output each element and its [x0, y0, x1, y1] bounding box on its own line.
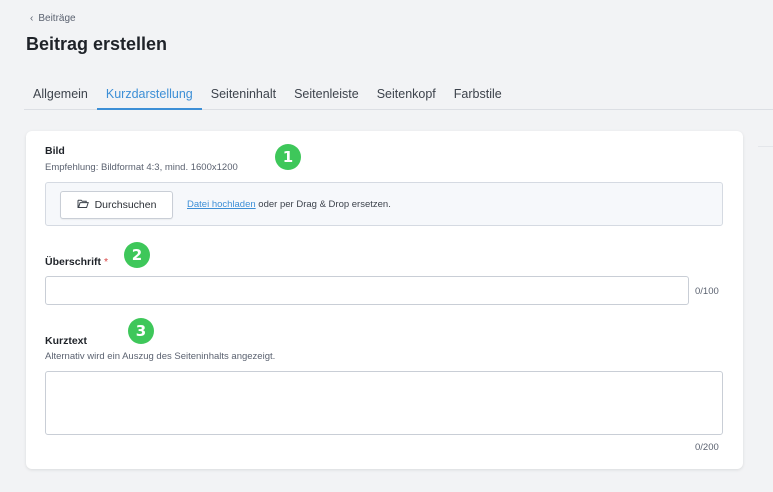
annotation-badge-1: 1 [275, 144, 301, 170]
tab-seitenkopf[interactable]: Seitenkopf [368, 82, 445, 110]
tab-allgemein[interactable]: Allgemein [24, 82, 97, 110]
required-marker: * [104, 256, 109, 268]
tab-kurzdarstellung[interactable]: Kurzdarstellung [96, 82, 202, 110]
browse-button-label: Durchsuchen [94, 199, 157, 211]
image-label: Bild [45, 145, 65, 157]
tab-bar: Allgemein Kurzdarstellung Seiteninhalt S… [24, 82, 773, 110]
tab-farbstile[interactable]: Farbstile [445, 82, 511, 110]
form-card: Bild Empfehlung: Bildformat 4:3, mind. 1… [26, 131, 743, 469]
heading-label: Überschrift * [45, 256, 108, 268]
annotation-badge-3: 3 [128, 318, 154, 344]
short-text-hint: Alternativ wird ein Auszug des Seiteninh… [45, 351, 276, 362]
upload-file-link[interactable]: Datei hochladen [187, 199, 256, 210]
upload-suffix: oder per Drag & Drop ersetzen. [255, 199, 391, 210]
divider [758, 146, 773, 147]
back-link-label: Beiträge [38, 13, 76, 24]
image-hint: Empfehlung: Bildformat 4:3, mind. 1600x1… [45, 162, 238, 173]
upload-instructions: Datei hochladen oder per Drag & Drop ers… [187, 199, 391, 210]
back-to-posts-link[interactable]: ‹ Beiträge [30, 13, 76, 24]
heading-label-text: Überschrift [45, 256, 102, 268]
short-text-textarea[interactable] [45, 371, 723, 435]
page: ‹ Beiträge Beitrag erstellen Allgemein K… [0, 0, 773, 492]
tab-seiteninhalt[interactable]: Seiteninhalt [202, 82, 285, 110]
heading-input[interactable] [45, 276, 689, 305]
short-text-char-counter: 0/200 [695, 442, 719, 453]
browse-button[interactable]: Durchsuchen [60, 191, 173, 219]
page-title: Beitrag erstellen [26, 34, 168, 54]
tab-seitenleiste[interactable]: Seitenleiste [285, 82, 368, 110]
chevron-left-icon: ‹ [30, 13, 34, 24]
image-dropzone[interactable]: Durchsuchen Datei hochladen oder per Dra… [45, 182, 723, 226]
folder-open-icon [77, 198, 89, 212]
annotation-badge-2: 2 [124, 242, 150, 268]
heading-char-counter: 0/100 [695, 286, 719, 297]
short-text-label: Kurztext [45, 335, 88, 347]
